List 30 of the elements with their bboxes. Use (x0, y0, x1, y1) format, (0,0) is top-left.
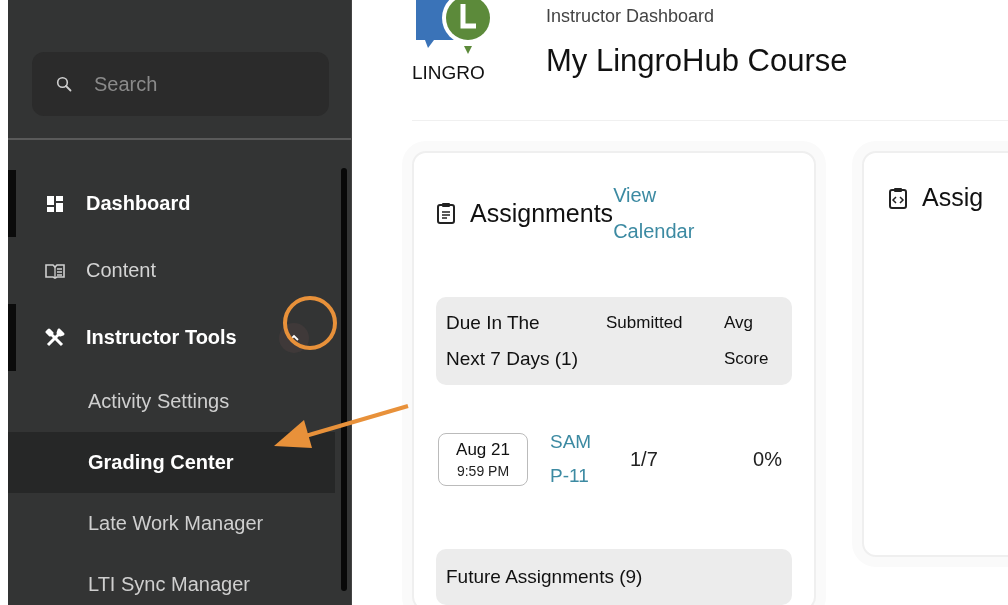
column-header: Submitted (606, 312, 684, 334)
nav-subitem[interactable]: Late Work Manager (8, 493, 335, 554)
column-header: Avg Score (724, 312, 770, 370)
tools-icon (44, 327, 66, 348)
submitted-count: 1/7 (630, 447, 659, 471)
average-score: 0% (752, 447, 782, 471)
highlight-ring (283, 296, 337, 350)
search-icon (56, 76, 72, 92)
logo-text: LINGRO (412, 62, 485, 84)
nav-item[interactable]: Instructor Tools (8, 304, 351, 371)
section-title: Due In The Next 7 Days (1) (446, 311, 579, 371)
nav-subitem[interactable]: Activity Settings (8, 371, 335, 432)
assignment-link[interactable]: SAM P-11 (550, 425, 630, 493)
page-subtitle: Instructor Dashboard (546, 6, 716, 27)
view-calendar-link[interactable]: View Calendar (613, 177, 695, 249)
card-title: Assig (922, 183, 984, 212)
scrollbar[interactable] (341, 168, 347, 591)
course-title: My LingroHub Course (546, 43, 848, 79)
search-field[interactable]: Search (32, 52, 329, 116)
code-clipboard-icon (888, 185, 908, 210)
nav-subitem[interactable]: LTI Sync Manager (8, 554, 335, 605)
nav-item[interactable]: Content (8, 237, 351, 304)
section-title: Future Assignments (9) (446, 565, 644, 589)
grid-icon (44, 194, 66, 213)
due-date-badge: Aug 21 9:59 PM (438, 432, 528, 486)
nav-item[interactable]: Dashboard (8, 170, 351, 237)
clipboard-icon (436, 201, 456, 225)
book-icon (44, 262, 66, 279)
nav-subitem[interactable]: Grading Center (8, 432, 335, 493)
card-title: Assignments (470, 198, 614, 228)
